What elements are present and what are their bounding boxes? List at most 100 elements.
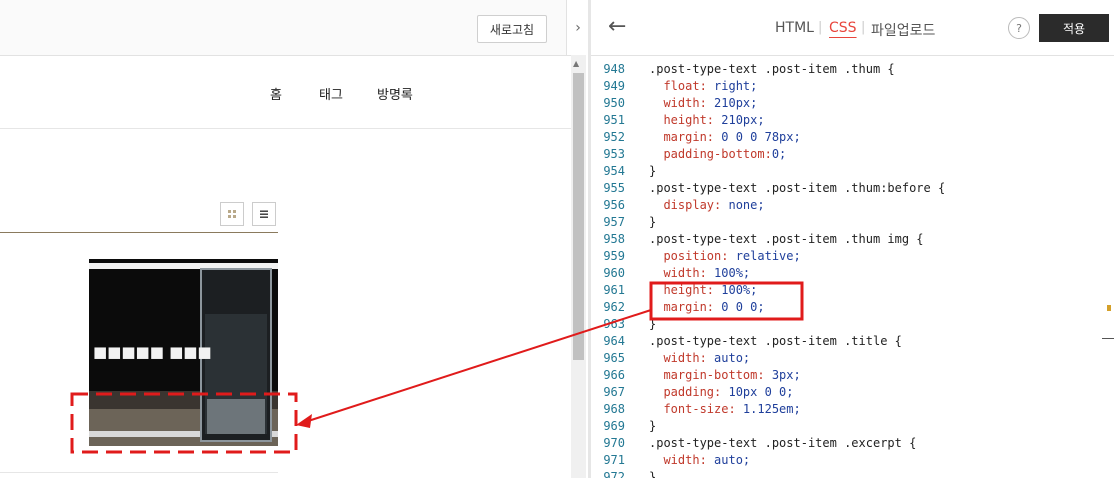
line-number: 967 [603,385,625,399]
code-line[interactable]: 952 margin: 0 0 0 78px; [591,129,1114,146]
nav-guestbook[interactable]: 방명록 [377,84,413,103]
line-number: 954 [603,164,625,178]
code-text: width: 100%; [663,266,751,280]
code-text: font-size: 1.125em; [663,402,801,416]
tab-upload[interactable]: 파일업로드 [871,20,935,40]
chevron-right-icon: › [575,19,581,36]
arrow-left-icon[interactable]: ← [608,14,626,39]
preview-scrollbar-thumb[interactable] [573,73,584,360]
post-divider [0,472,278,473]
code-text: .post-type-text .post-item .thum:before … [649,181,946,195]
code-line[interactable]: 965 width: auto; [591,350,1114,367]
code-text: padding: 10px 0 0; [663,385,794,399]
code-text: } [649,215,657,229]
code-text: } [649,317,657,331]
line-number: 964 [603,334,625,348]
list-icon [260,210,268,218]
line-number: 963 [603,317,625,331]
code-text: } [649,164,657,178]
line-number: 966 [603,368,625,382]
code-line[interactable]: 961 height: 100%; [591,282,1114,299]
thumbnail-image: ■■■■■ ■■■ [89,259,278,446]
code-line[interactable]: 970 .post-type-text .post-item .excerpt { [591,435,1114,452]
line-number: 972 [603,470,625,478]
code-text: position: relative; [663,249,801,263]
code-line[interactable]: 948 .post-type-text .post-item .thum { [591,61,1114,78]
code-text: margin: 0 0 0; [663,300,765,314]
line-number: 956 [603,198,625,212]
scroll-indicator [1102,338,1114,339]
line-number: 965 [603,351,625,365]
code-text: .post-type-text .post-item .excerpt { [649,436,917,450]
line-number: 949 [603,79,625,93]
code-text: } [649,470,657,478]
line-number: 948 [603,62,625,76]
code-line[interactable]: 949 float: right; [591,78,1114,95]
code-text: width: auto; [663,453,751,467]
css-code-editor[interactable]: 948 .post-type-text .post-item .thum { 949… [591,56,1114,478]
code-text: .post-type-text .post-item .thum img { [649,232,924,246]
code-line[interactable]: 963} [591,316,1114,333]
tab-separator: | [861,20,866,35]
nav-tag[interactable]: 태그 [319,84,343,103]
code-line[interactable]: 969} [591,418,1114,435]
list-view-button[interactable] [252,202,276,226]
help-icon[interactable]: ? [1008,17,1030,39]
code-line[interactable]: 953 padding-bottom:0; [591,146,1114,163]
line-number: 953 [603,147,625,161]
line-number: 960 [603,266,625,280]
code-text: width: auto; [663,351,751,365]
code-line[interactable]: 956 display: none; [591,197,1114,214]
line-number: 969 [603,419,625,433]
code-text: display: none; [663,198,765,212]
code-line[interactable]: 966 margin-bottom: 3px; [591,367,1114,384]
line-number: 962 [603,300,625,314]
code-text: } [649,419,657,433]
code-text: height: 100%; [663,283,758,297]
code-line[interactable]: 972} [591,469,1114,478]
grid-view-button[interactable] [220,202,244,226]
nav-home[interactable]: 홈 [270,84,282,103]
code-text: height: 210px; [663,113,765,127]
code-line[interactable]: 955 .post-type-text .post-item .thum:befo… [591,180,1114,197]
collapse-preview-button[interactable]: › [566,0,589,55]
code-line[interactable]: 964 .post-type-text .post-item .title { [591,333,1114,350]
code-line[interactable]: 957} [591,214,1114,231]
code-text: margin-bottom: 3px; [663,368,801,382]
tab-html[interactable]: HTML [775,20,814,36]
line-number: 958 [603,232,625,246]
code-line[interactable]: 962 margin: 0 0 0; [591,299,1114,316]
code-line[interactable]: 958 .post-type-text .post-item .thum img … [591,231,1114,248]
code-text: padding-bottom:0; [663,147,787,161]
line-number: 971 [603,453,625,467]
code-text: float: right; [663,79,758,93]
code-text: margin: 0 0 0 78px; [663,130,801,144]
code-line[interactable]: 959 position: relative; [591,248,1114,265]
tab-separator: | [818,20,823,35]
code-line[interactable]: 960 width: 100%; [591,265,1114,282]
line-number: 968 [603,402,625,416]
code-line[interactable]: 971 width: auto; [591,452,1114,469]
code-line[interactable]: 968 font-size: 1.125em; [591,401,1114,418]
refresh-button[interactable]: 새로고침 [477,15,547,43]
code-text: width: 210px; [663,96,758,110]
nav-divider [0,128,571,129]
code-text: .post-type-text .post-item .thum { [649,62,895,76]
grid-icon [228,210,236,218]
code-line[interactable]: 950 width: 210px; [591,95,1114,112]
arrowhead-icon [296,414,312,428]
code-line[interactable]: 967 padding: 10px 0 0; [591,384,1114,401]
line-number: 951 [603,113,625,127]
code-line[interactable]: 954} [591,163,1114,180]
scroll-marker [1107,305,1111,311]
code-text: .post-type-text .post-item .title { [649,334,902,348]
line-number: 961 [603,283,625,297]
apply-button[interactable]: 적용 [1039,14,1109,42]
tab-css[interactable]: CSS [829,20,857,36]
post-thumbnail[interactable]: ■■■■■ ■■■ [89,259,278,446]
thumbnail-caption: ■■■■■ ■■■ [93,343,212,361]
code-line[interactable]: 951 height: 210px; [591,112,1114,129]
list-divider [0,232,278,233]
line-number: 970 [603,436,625,450]
scroll-up-icon[interactable]: ▲ [573,59,579,68]
